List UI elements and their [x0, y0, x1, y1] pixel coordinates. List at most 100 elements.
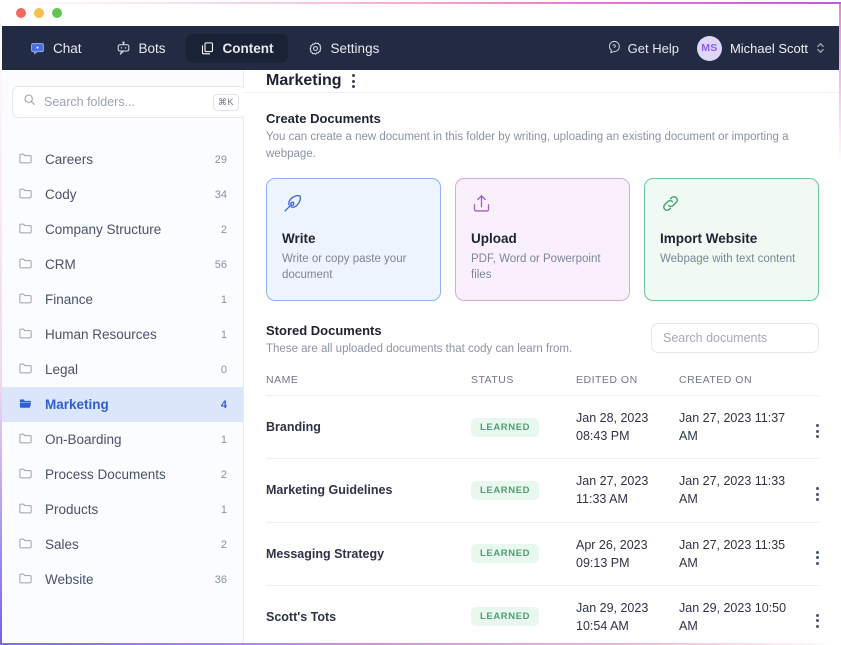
chat-icon: [30, 41, 45, 56]
search-documents-input[interactable]: [651, 322, 819, 353]
folder-open-icon: [18, 396, 33, 414]
sidebar-folder-cody[interactable]: Cody 34: [0, 177, 243, 212]
minimize-window-button[interactable]: [34, 8, 44, 18]
create-card-write[interactable]: Write Write or copy paste your document: [266, 177, 441, 301]
table-row[interactable]: Scott's Tots LEARNED Jan 29, 2023 10:54 …: [266, 585, 819, 645]
nav-tab-bots[interactable]: Bots: [102, 34, 180, 63]
table-row[interactable]: Marketing Guidelines LEARNED Jan 27, 202…: [266, 458, 819, 523]
nav-tab-bots-label: Bots: [138, 40, 166, 56]
sidebar-folder-company-structure[interactable]: Company Structure 2: [0, 212, 243, 247]
row-options-menu-button[interactable]: [816, 487, 819, 502]
folder-icon: [18, 221, 33, 239]
sidebar-folder-marketing[interactable]: Marketing 4: [0, 387, 243, 422]
folder-count: 1: [220, 293, 227, 306]
status-badge: LEARNED: [471, 417, 540, 437]
folder-label: Finance: [45, 292, 94, 307]
column-header-status: STATUS: [471, 374, 576, 397]
create-documents-cards: Write Write or copy paste your document …: [266, 177, 819, 301]
document-edited-on: Jan 29, 2023 10:54 AM: [576, 585, 679, 645]
folder-label: Marketing: [45, 397, 109, 412]
folder-label: Human Resources: [45, 327, 157, 342]
document-name: Messaging Strategy: [266, 522, 471, 586]
status-badge: LEARNED: [471, 544, 540, 564]
row-options-menu-button[interactable]: [816, 613, 819, 628]
nav-tab-chat[interactable]: Chat: [16, 34, 96, 63]
sidebar-folder-crm[interactable]: CRM 56: [0, 247, 243, 282]
folder-count: 36: [214, 573, 227, 586]
column-header-edited-on: EDITED ON: [576, 374, 679, 397]
folder-icon: [18, 501, 33, 519]
nav-tab-settings[interactable]: Settings: [294, 34, 394, 63]
search-icon: [23, 93, 36, 111]
close-window-button[interactable]: [16, 8, 26, 18]
document-name: Marketing Guidelines: [266, 458, 471, 523]
sidebar-folder-process-documents[interactable]: Process Documents 2: [0, 457, 243, 492]
sidebar-folder-legal[interactable]: Legal 0: [0, 352, 243, 387]
create-card-upload[interactable]: Upload PDF, Word or Powerpoint files: [455, 177, 630, 301]
column-header-name: NAME: [266, 374, 471, 397]
page-title: Marketing: [266, 72, 342, 89]
nav-tab-settings-label: Settings: [330, 40, 380, 56]
folder-label: Sales: [45, 537, 79, 552]
folder-count: 2: [220, 223, 227, 236]
sidebar-folder-sales[interactable]: Sales 2: [0, 527, 243, 562]
sidebar-folder-products[interactable]: Products 1: [0, 492, 243, 527]
document-actions-cell: [789, 458, 819, 523]
user-name: Michael Scott: [729, 40, 808, 56]
folder-count: 2: [220, 538, 227, 551]
sidebar-folder-human-resources[interactable]: Human Resources 1: [0, 317, 243, 352]
column-header-actions: [789, 374, 819, 397]
document-status-cell: LEARNED: [471, 585, 576, 645]
documents-table-body: Branding LEARNED Jan 28, 2023 08:43 PM J…: [266, 395, 819, 645]
documents-table: NAME STATUS EDITED ON CREATED ON Brandin…: [266, 374, 819, 645]
table-row[interactable]: Branding LEARNED Jan 28, 2023 08:43 PM J…: [266, 395, 819, 460]
folder-icon: [18, 536, 33, 554]
search-folders-input[interactable]: [44, 95, 205, 109]
folder-count: 29: [214, 153, 227, 166]
create-card-import-website[interactable]: Import Website Webpage with text content: [644, 177, 819, 301]
nav-tab-content-label: Content: [222, 40, 274, 56]
nav-items: Chat Bots Content Settings: [16, 33, 394, 63]
get-help-button[interactable]: Get Help: [607, 40, 679, 57]
table-row[interactable]: Messaging Strategy LEARNED Apr 26, 2023 …: [266, 522, 819, 586]
folder-label: Company Structure: [45, 222, 162, 237]
chevron-up-down-icon: [816, 41, 825, 55]
stored-documents-titles: Stored Documents These are all uploaded …: [266, 323, 572, 358]
row-options-menu-button[interactable]: [816, 424, 819, 439]
folder-count: 4: [220, 398, 227, 411]
search-shortcut-badge: ⌘K: [213, 93, 240, 111]
nav-tab-content[interactable]: Content: [185, 33, 288, 63]
settings-gear-icon: [308, 41, 323, 56]
window-titlebar: [0, 0, 841, 26]
sidebar-folder-website[interactable]: Website 36: [0, 562, 243, 597]
zoom-window-button[interactable]: [52, 8, 62, 18]
document-edited-on: Apr 26, 2023 09:13 PM: [576, 522, 679, 586]
sidebar-folder-finance[interactable]: Finance 1: [0, 282, 243, 317]
document-created-on: Jan 29, 2023 10:50 AM: [679, 585, 789, 645]
folder-label: Cody: [45, 187, 77, 202]
folder-label: Careers: [45, 152, 94, 167]
folder-icon: [18, 571, 33, 589]
folders-sidebar: ⌘K Careers 29 Cody 34: [0, 70, 288, 645]
folder-icon: [18, 256, 33, 274]
folder-label: Website: [45, 572, 94, 587]
help-chat-icon: [607, 40, 621, 57]
sidebar-folder-on-boarding[interactable]: On-Boarding 1: [0, 422, 243, 457]
bots-icon: [116, 40, 131, 56]
table-header-row: NAME STATUS EDITED ON CREATED ON: [266, 374, 819, 397]
folder-count: 1: [220, 328, 227, 341]
folder-label: Products: [45, 502, 99, 517]
row-options-menu-button[interactable]: [816, 550, 819, 565]
folder-count: 34: [214, 188, 227, 201]
folder-search-box[interactable]: ⌘K: [12, 86, 248, 118]
folder-options-menu-button[interactable]: [350, 70, 357, 92]
folder-count: 1: [220, 503, 227, 516]
document-status-cell: LEARNED: [471, 522, 576, 586]
folder-icon: [18, 186, 33, 204]
user-menu[interactable]: MS Michael Scott: [696, 35, 825, 61]
folder-icon: [18, 326, 33, 344]
document-name: Branding: [266, 395, 471, 460]
sidebar-folder-careers[interactable]: Careers 29: [0, 142, 243, 177]
document-name: Scott's Tots: [266, 585, 471, 645]
create-documents-section: Create Documents You can create a new do…: [266, 111, 819, 301]
